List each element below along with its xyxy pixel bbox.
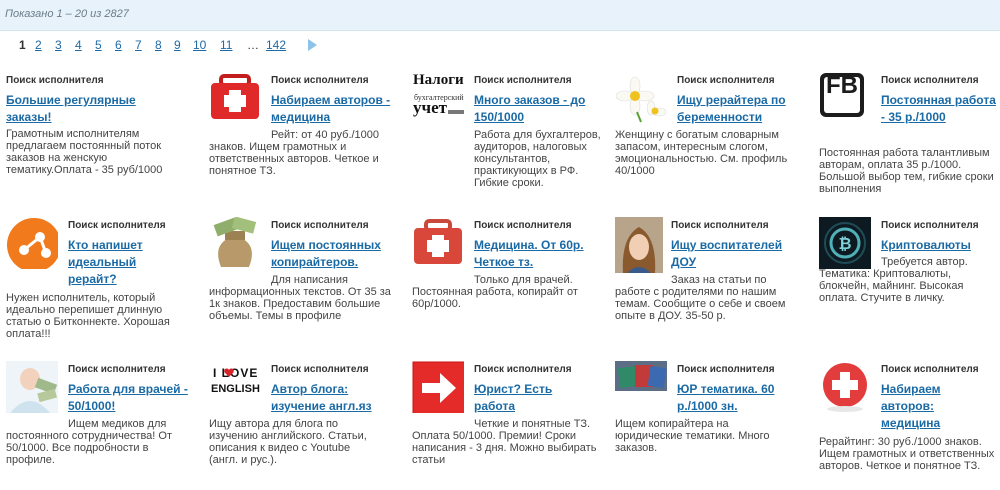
avatar-photo[interactable]: [615, 217, 663, 273]
card-title-link[interactable]: Кто напишет идеальный рерайт?: [68, 237, 168, 288]
page-5[interactable]: 5: [95, 38, 102, 52]
card-description: Ищем копирайтера на юридические тематики…: [615, 418, 770, 454]
logo-line: ENGLISH: [211, 383, 260, 395]
page-6[interactable]: 6: [115, 38, 122, 52]
card-description: Требуется автор. Тематика: Криптовалюты,…: [819, 256, 968, 304]
page-7[interactable]: 7: [135, 38, 142, 52]
card-title-link[interactable]: Ищу рерайтера по беременности: [677, 92, 807, 126]
card-description: Для написания информационных текстов. От…: [209, 274, 391, 322]
card-description: Только для врачей. Постоянная работа, ко…: [412, 274, 578, 310]
card-label: Поиск исполнителя: [881, 220, 979, 231]
card-label: Поиск исполнителя: [671, 220, 769, 231]
card-title-link[interactable]: Криптовалюты: [881, 237, 996, 254]
medical-kit-icon[interactable]: [209, 72, 261, 124]
card-description: Рерайтинг: 30 руб./1000 знаков. Ищем гра…: [819, 436, 995, 472]
card-label: Поиск исполнителя: [68, 220, 166, 231]
taxes-accounting-logo[interactable]: Налоги бухгалтерский учет: [412, 72, 464, 124]
results-summary-bar: Показано 1 – 20 из 2827: [0, 0, 1000, 31]
card-title-link[interactable]: Ищем постоянных копирайтеров.: [271, 237, 401, 271]
card-title-link[interactable]: Юрист? Есть работа: [474, 381, 594, 415]
medical-kit-icon[interactable]: [412, 217, 464, 269]
page-10[interactable]: 10: [193, 38, 206, 52]
documents-icon[interactable]: [615, 361, 667, 391]
card-title-link[interactable]: Автор блога: изучение англ.яз: [271, 381, 391, 415]
card-label: Поиск исполнителя: [271, 364, 369, 375]
money-bag-icon[interactable]: [209, 217, 261, 269]
doctor-money-icon[interactable]: [6, 361, 58, 413]
page-11[interactable]: 11: [220, 38, 232, 52]
card-label: Поиск исполнителя: [474, 364, 572, 375]
card-title-link[interactable]: ЮР тематика. 60 р./1000 зн.: [677, 381, 802, 415]
card-description: Рейт: от 40 руб./1000 знаков. Ищем грамо…: [209, 129, 380, 177]
card-description: Женщину с богатым словарным запасом, инт…: [615, 129, 788, 177]
card-label: Поиск исполнителя: [677, 364, 775, 375]
svg-text:₿: ₿: [838, 234, 851, 253]
fb-logo-icon[interactable]: FB: [819, 72, 871, 124]
pagination-ellipsis: …: [247, 38, 259, 52]
card-label: Поиск исполнителя: [677, 75, 775, 86]
page-9[interactable]: 9: [174, 38, 181, 52]
page-2[interactable]: 2: [35, 38, 42, 52]
card-description: Постоянная работа талантливым авторам, о…: [819, 147, 994, 195]
results-summary: Показано 1 – 20 из 2827: [5, 8, 129, 20]
card-label: Поиск исполнителя: [68, 364, 166, 375]
card-title-link[interactable]: Работа для врачей - 50/1000!: [68, 381, 198, 415]
card-description: Четкие и понятные ТЗ. Оплата 50/1000. Пр…: [412, 418, 597, 466]
card-title-link[interactable]: Много заказов - до 150/1000: [474, 92, 604, 126]
card-label: Поиск исполнителя: [474, 220, 572, 231]
logo-line: I LOVE: [213, 366, 259, 380]
page-4[interactable]: 4: [75, 38, 82, 52]
card-title-link[interactable]: Большие регулярные заказы!: [6, 92, 156, 126]
heart-icon: [224, 368, 234, 377]
card-label: Поиск исполнителя: [881, 364, 979, 375]
arrow-right-icon[interactable]: [412, 361, 464, 413]
card-description: Заказ на статьи по работе с родителями п…: [615, 274, 786, 322]
logo-line: Налоги: [413, 72, 464, 88]
page-last[interactable]: 142: [266, 38, 286, 52]
card-title-link[interactable]: Медицина. От 60р. Четкое тз.: [474, 237, 604, 271]
card-label: Поиск исполнителя: [271, 75, 369, 86]
card-description: Грамотным исполнителям предлагаем постоя…: [6, 128, 163, 176]
card-title-link[interactable]: Набираем авторов: медицина: [881, 381, 991, 432]
card-description: Работа для бухгалтеров, аудиторов, налог…: [474, 129, 601, 189]
card-label: Поиск исполнителя: [474, 75, 572, 86]
page-3[interactable]: 3: [55, 38, 62, 52]
card-label: Поиск исполнителя: [271, 220, 369, 231]
card-label: Поиск исполнителя: [6, 75, 104, 86]
card-title-link[interactable]: Набираем авторов - медицина: [271, 92, 401, 126]
fb-logo-text: FB: [826, 72, 858, 99]
card-title-link[interactable]: Ищу воспитателей ДОУ: [671, 237, 801, 271]
orange-share-icon[interactable]: [6, 217, 58, 269]
card-title-link[interactable]: Постоянная работа - 35 р./1000: [881, 92, 996, 126]
logo-line: учет: [413, 98, 447, 117]
daisy-flowers-icon[interactable]: [615, 72, 667, 124]
page-1: 1: [19, 38, 26, 52]
card-description: Ищу автора для блога по изучению английс…: [209, 418, 367, 466]
page-8[interactable]: 8: [155, 38, 162, 52]
card-description: Ищем медиков для постоянного сотрудничес…: [6, 418, 173, 466]
next-page-arrow-icon[interactable]: [308, 39, 317, 51]
card-description: Нужен исполнитель, который идеально пере…: [6, 292, 170, 340]
love-english-logo[interactable]: I LOVE ENGLISH: [209, 361, 261, 413]
card-label: Поиск исполнителя: [881, 75, 979, 86]
medical-cross-icon[interactable]: [819, 361, 871, 413]
